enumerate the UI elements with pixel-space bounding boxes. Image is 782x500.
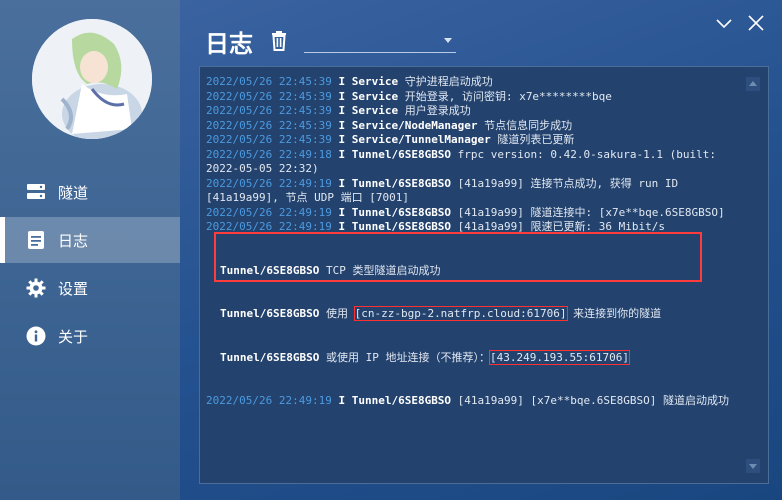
log-message: 节点信息同步成功 bbox=[477, 118, 573, 132]
log-message: 隧道列表已更新 bbox=[490, 133, 575, 146]
sidebar-item-logs[interactable]: 日志 bbox=[0, 217, 180, 263]
log-message: [41a19a99] [x7e**bqe.6SE8GBSO] 隧道启动成功 bbox=[451, 394, 729, 407]
log-line: 2022/05/26 22:49:19 I Tunnel/6SE8GBSO [4… bbox=[206, 177, 736, 206]
log-message: 使用 bbox=[319, 307, 355, 320]
trash-icon bbox=[272, 31, 286, 51]
sidebar-item-about[interactable]: 关于 bbox=[0, 313, 180, 359]
minimize-icon bbox=[716, 19, 732, 29]
scroll-down-button[interactable] bbox=[746, 459, 760, 473]
scroll-up-button[interactable] bbox=[746, 77, 760, 91]
log-source: Tunnel/6SE8GBSO bbox=[351, 394, 452, 407]
sidebar-item-tunnels[interactable]: 隧道 bbox=[0, 169, 180, 215]
log-level: I bbox=[338, 104, 346, 117]
log-lines: 2022/05/26 22:45:39 I Service 守护进程启动成功 2… bbox=[206, 75, 736, 409]
log-message: TCP 类型隧道启动成功 bbox=[319, 263, 441, 277]
log-message: 开始登录, 访问密钥: x7e********bqe bbox=[398, 89, 612, 103]
log-line: 2022/05/26 22:45:39 I Service 开始登录, 访问密钥… bbox=[206, 90, 736, 105]
log-line: 2022/05/26 22:49:19 I Tunnel/6SE8GBSO [4… bbox=[206, 220, 736, 235]
log-timestamp: 2022/05/26 22:49:19 bbox=[206, 176, 332, 190]
log-timestamp: 2022/05/26 22:45:39 bbox=[206, 118, 332, 132]
log-level: I bbox=[338, 176, 346, 190]
log-timestamp: 2022/05/26 22:49:19 bbox=[206, 394, 332, 407]
log-source: Service bbox=[351, 89, 399, 103]
log-level: I bbox=[338, 220, 346, 233]
log-viewer[interactable]: 2022/05/26 22:45:39 I Service 守护进程启动成功 2… bbox=[199, 66, 769, 484]
main-panel: 日志 2022/05/26 22:45:39 I Service 守护进程启动成… bbox=[180, 0, 782, 500]
log-line: 2022/05/26 22:49:19 I Tunnel/6SE8GBSO [4… bbox=[206, 206, 736, 221]
log-line-highlighted: Tunnel/6SE8GBSO 或使用 IP 地址连接（不推荐）：[43.249… bbox=[220, 349, 736, 366]
log-highlight-block: Tunnel/6SE8GBSO TCP 类型隧道启动成功 Tunnel/6SE8… bbox=[206, 235, 736, 395]
log-level: I bbox=[338, 133, 346, 146]
sidebar: 隧道 日志 设置 关于 bbox=[0, 0, 180, 500]
log-source: Tunnel/6SE8GBSO bbox=[351, 220, 452, 233]
log-line-highlighted: Tunnel/6SE8GBSO TCP 类型隧道启动成功 bbox=[220, 264, 736, 279]
log-timestamp: 2022/05/26 22:49:19 bbox=[206, 220, 332, 233]
log-timestamp: 2022/05/26 22:45:39 bbox=[206, 104, 332, 117]
minimize-button[interactable] bbox=[713, 12, 735, 34]
log-source: Tunnel/6SE8GBSO bbox=[220, 307, 320, 320]
log-source: Service bbox=[351, 75, 399, 88]
log-message: 用户登录成功 bbox=[398, 104, 471, 117]
chevron-down-icon bbox=[444, 38, 452, 43]
server-icon bbox=[24, 180, 48, 204]
log-source: Tunnel/6SE8GBSO bbox=[220, 263, 320, 277]
log-line-highlighted: Tunnel/6SE8GBSO 使用 [cn-zz-bgp-2.natfrp.c… bbox=[220, 306, 736, 322]
sidebar-item-settings[interactable]: 设置 bbox=[0, 265, 180, 311]
log-line: 2022/05/26 22:45:39 I Service 守护进程启动成功 bbox=[206, 75, 736, 90]
log-level: I bbox=[338, 89, 346, 103]
log-timestamp: 2022/05/26 22:49:18 bbox=[206, 147, 332, 161]
log-message: [41a19a99] 限速已更新: 36 Mibit/s bbox=[451, 220, 666, 233]
log-level: I bbox=[338, 147, 346, 161]
log-line: 2022/05/26 22:49:19 I Tunnel/6SE8GBSO [4… bbox=[206, 394, 736, 409]
log-message: 来连接到你的隧道 bbox=[566, 307, 662, 320]
clear-log-button[interactable] bbox=[269, 30, 289, 52]
log-level: I bbox=[338, 75, 346, 88]
log-timestamp: 2022/05/26 22:49:19 bbox=[206, 205, 332, 219]
log-message: 或使用 IP 地址连接（不推荐）： bbox=[319, 350, 490, 364]
log-level: I bbox=[338, 118, 346, 132]
domain-address[interactable]: [cn-zz-bgp-2.natfrp.cloud:61706] bbox=[353, 306, 568, 321]
avatar-image bbox=[32, 19, 152, 139]
log-timestamp: 2022/05/26 22:45:39 bbox=[206, 75, 332, 88]
sidebar-item-label: 设置 bbox=[58, 279, 89, 298]
log-message: [41a19a99] 隧道连接中: [x7e**bqe.6SE8GBSO] bbox=[451, 205, 725, 219]
log-source: Service/NodeManager bbox=[351, 118, 478, 132]
avatar[interactable] bbox=[32, 19, 152, 139]
document-icon bbox=[24, 228, 48, 252]
log-source: Tunnel/6SE8GBSO bbox=[220, 350, 320, 364]
log-source: Service bbox=[351, 104, 399, 117]
log-filter-select[interactable] bbox=[304, 30, 456, 53]
info-icon bbox=[24, 324, 48, 348]
page-title: 日志 bbox=[205, 30, 253, 58]
log-source: Service/TunnelManager bbox=[351, 133, 491, 146]
log-level: I bbox=[338, 394, 346, 407]
log-message: 守护进程启动成功 bbox=[398, 75, 493, 88]
sidebar-item-label: 日志 bbox=[58, 231, 89, 250]
log-timestamp: 2022/05/26 22:45:39 bbox=[206, 89, 332, 103]
log-line: 2022/05/26 22:45:39 I Service/TunnelMana… bbox=[206, 133, 736, 148]
close-button[interactable] bbox=[745, 12, 767, 34]
log-line: 2022/05/26 22:45:39 I Service/NodeManage… bbox=[206, 119, 736, 134]
close-icon bbox=[748, 15, 764, 31]
ip-address[interactable]: [43.249.193.55:61706] bbox=[488, 349, 631, 365]
log-line: 2022/05/26 22:45:39 I Service 用户登录成功 bbox=[206, 104, 736, 119]
log-level: I bbox=[338, 205, 346, 219]
log-source: Tunnel/6SE8GBSO bbox=[351, 205, 452, 219]
gear-icon bbox=[24, 276, 48, 300]
log-timestamp: 2022/05/26 22:45:39 bbox=[206, 133, 332, 146]
sidebar-item-label: 关于 bbox=[58, 327, 89, 346]
log-line: 2022/05/26 22:49:18 I Tunnel/6SE8GBSO fr… bbox=[206, 148, 736, 177]
sidebar-item-label: 隧道 bbox=[58, 183, 89, 202]
log-source: Tunnel/6SE8GBSO bbox=[351, 176, 452, 190]
log-source: Tunnel/6SE8GBSO bbox=[351, 147, 452, 161]
